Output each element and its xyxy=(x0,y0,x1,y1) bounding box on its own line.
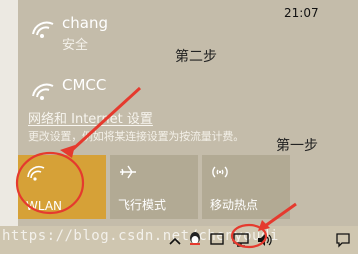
step2-arrow xyxy=(70,86,142,152)
annotation-overlay xyxy=(15,86,297,249)
step1-label: 第一步 xyxy=(276,138,318,154)
wlan-highlight-circle xyxy=(15,151,85,215)
step1-arrow xyxy=(264,202,297,228)
step2-label: 第二步 xyxy=(175,49,217,65)
